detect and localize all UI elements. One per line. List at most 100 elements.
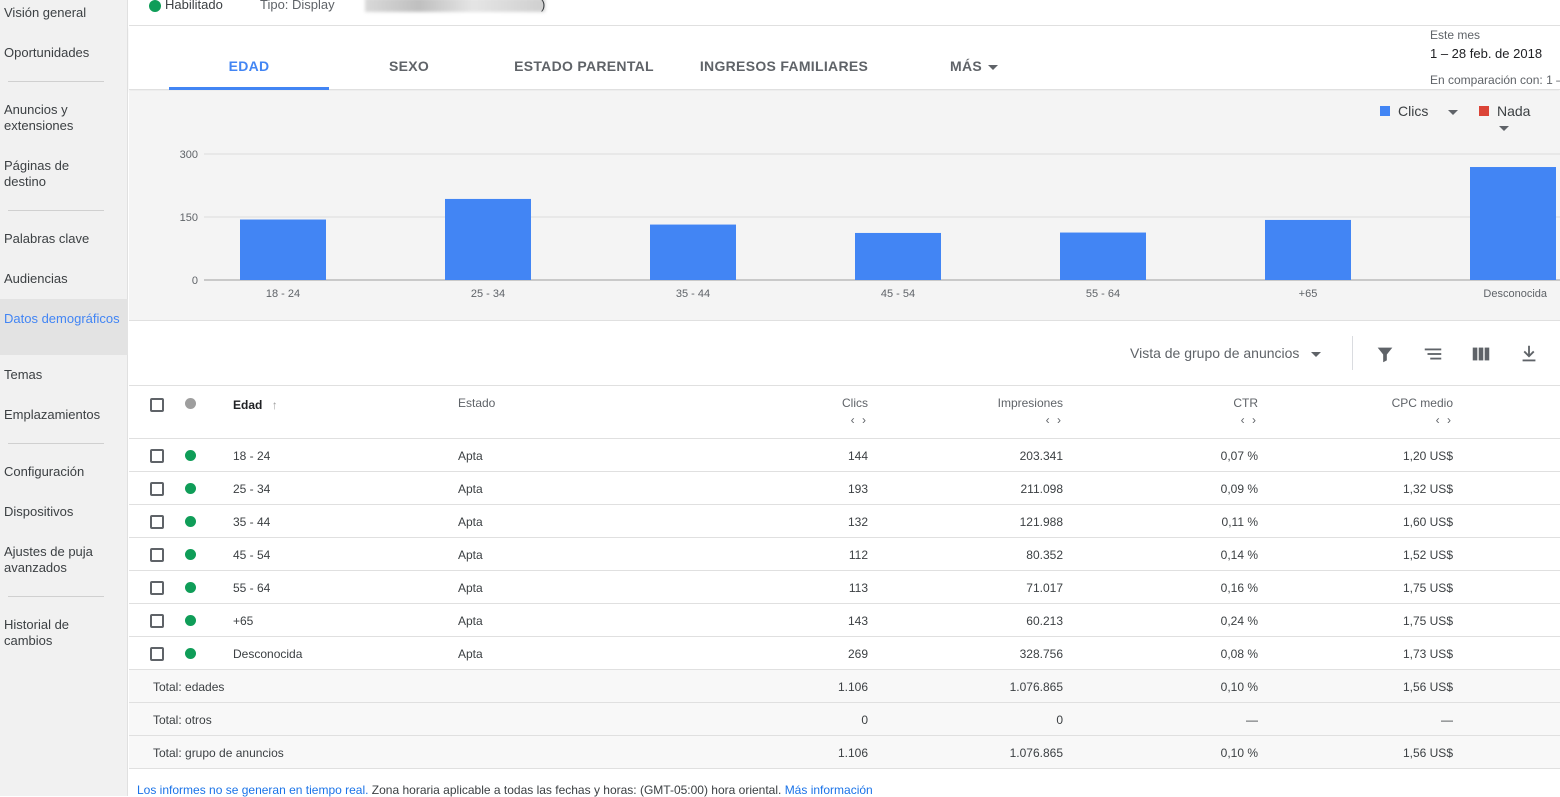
more-info-link[interactable]: Más información: [785, 783, 873, 797]
bar-45-54[interactable]: [855, 232, 941, 280]
row-checkbox[interactable]: [150, 581, 164, 595]
total-cpc: 1,56 US$: [1402, 746, 1453, 760]
header-impresiones[interactable]: Impresiones: [913, 396, 1063, 410]
row-checkbox[interactable]: [150, 647, 164, 661]
bar-25-34[interactable]: [445, 198, 531, 280]
y-tick-label: 150: [180, 212, 198, 224]
total-ctr: 0,10 %: [1220, 680, 1258, 694]
sort-arrows-icon[interactable]: ‹ ›: [1158, 413, 1258, 427]
row-checkbox[interactable]: [150, 449, 164, 463]
table-row[interactable]: Desconocida Apta 269 328.756 0,08 % 1,73 US$: [129, 637, 1560, 670]
sidebar-item-dispositivos[interactable]: Dispositivos: [0, 504, 128, 520]
row-checkbox[interactable]: [150, 614, 164, 628]
table-header: Edad ↑ Estado Clics ‹ › Impresiones ‹ › …: [129, 387, 1560, 439]
cell-cpc: 1,32 US$: [1402, 482, 1453, 496]
x-tick-label: 18 - 24: [266, 288, 300, 300]
bar-35-44[interactable]: [650, 224, 736, 280]
sidebar-item-historial[interactable]: Historial de cambios: [0, 617, 80, 649]
realtime-info-link[interactable]: Los informes no se generan en tiempo rea…: [137, 783, 368, 797]
row-checkbox[interactable]: [150, 482, 164, 496]
table-row[interactable]: 55 - 64 Apta 113 71.017 0,16 % 1,75 US$: [129, 571, 1560, 604]
download-icon[interactable]: [1518, 343, 1540, 365]
segment-icon[interactable]: [1422, 343, 1444, 365]
table-row[interactable]: 45 - 54 Apta 112 80.352 0,14 % 1,52 US$: [129, 538, 1560, 571]
sort-arrows-icon[interactable]: ‹ ›: [913, 413, 1063, 427]
toolbar-divider: [1352, 336, 1353, 370]
total-impresiones: 1.076.865: [1009, 680, 1063, 694]
select-all-checkbox[interactable]: [150, 398, 164, 412]
cell-ctr: 0,16 %: [1220, 581, 1258, 595]
cell-edad[interactable]: 18 - 24: [233, 449, 270, 463]
tab-estado-parental[interactable]: ESTADO PARENTAL: [489, 58, 679, 74]
sidebar-item-palabras-clave[interactable]: Palabras clave: [0, 231, 128, 247]
bar-desconocida[interactable]: [1470, 167, 1556, 280]
cell-clics: 143: [847, 614, 868, 628]
view-selector-label: Vista de grupo de anuncios: [1130, 345, 1300, 361]
bar-chart: 0 150 300 18 - 24 25 - 34 35 - 44 45 - 54 55 - …: [180, 149, 1560, 300]
sidebar-item-datos-demograficos[interactable]: Datos demográficos: [0, 299, 128, 355]
cell-cpc: 1,20 US$: [1402, 449, 1453, 463]
cell-ctr: 0,07 %: [1220, 449, 1258, 463]
date-compare[interactable]: En comparación con: 1 –: [1430, 73, 1560, 87]
cell-edad[interactable]: 55 - 64: [233, 581, 270, 595]
cell-cpc: 1,52 US$: [1402, 548, 1453, 562]
sidebar-item-oportunidades[interactable]: Oportunidades: [0, 45, 128, 61]
sidebar-item-audiencias[interactable]: Audiencias: [0, 271, 128, 287]
cell-cpc: 1,60 US$: [1402, 515, 1453, 529]
header-clics[interactable]: Clics: [768, 396, 868, 410]
table-toolbar: Vista de grupo de anuncios: [129, 322, 1560, 386]
header-edad[interactable]: Edad ↑: [233, 398, 278, 412]
sort-arrows-icon[interactable]: ‹ ›: [768, 413, 868, 427]
sidebar-item-temas[interactable]: Temas: [0, 367, 128, 383]
cell-edad[interactable]: 35 - 44: [233, 515, 270, 529]
sidebar-item-anuncios[interactable]: Anuncios y extensiones: [0, 102, 90, 134]
dimension-tabs: EDAD SEXO ESTADO PARENTAL INGRESOS FAMIL…: [129, 26, 1560, 90]
total-cpc: —: [1441, 713, 1453, 727]
row-checkbox[interactable]: [150, 515, 164, 529]
sort-arrows-icon[interactable]: ‹ ›: [1303, 413, 1453, 427]
table-row[interactable]: +65 Apta 143 60.213 0,24 % 1,75 US$: [129, 604, 1560, 637]
sidebar-item-emplazamientos[interactable]: Emplazamientos: [0, 407, 128, 423]
tab-sexo[interactable]: SEXO: [329, 58, 489, 74]
status-enabled-icon: [185, 648, 196, 659]
sidebar-item-configuracion[interactable]: Configuración: [0, 464, 128, 480]
cell-edad[interactable]: 45 - 54: [233, 548, 270, 562]
sidebar-item-vision-general[interactable]: Visión general: [0, 5, 128, 21]
bar--65[interactable]: [1265, 219, 1351, 280]
sidebar: Visión general Oportunidades Anuncios y …: [0, 0, 128, 796]
tab-mas-label: MÁS: [949, 58, 982, 74]
metric-selector-secondary[interactable]: Nada: [1479, 103, 1560, 135]
header-cpc[interactable]: CPC medio: [1303, 396, 1453, 410]
bar-55-64[interactable]: [1060, 232, 1146, 280]
cell-impresiones: 80.352: [1026, 548, 1063, 562]
table-row[interactable]: 25 - 34 Apta 193 211.098 0,09 % 1,32 US$: [129, 472, 1560, 505]
tab-mas[interactable]: MÁS: [919, 58, 1029, 74]
view-selector[interactable]: Vista de grupo de anuncios: [1130, 345, 1322, 361]
status-enabled-icon: [185, 582, 196, 593]
cell-edad[interactable]: +65: [233, 614, 253, 628]
sidebar-item-paginas-destino[interactable]: Páginas de destino: [0, 158, 80, 190]
table-row[interactable]: 35 - 44 Apta 132 121.988 0,11 % 1,60 US$: [129, 505, 1560, 538]
cell-edad[interactable]: 25 - 34: [233, 482, 270, 496]
cell-clics: 132: [847, 515, 868, 529]
redacted-text: [365, 0, 545, 12]
cell-impresiones: 60.213: [1026, 614, 1063, 628]
cell-edad[interactable]: Desconocida: [233, 647, 302, 661]
header-estado[interactable]: Estado: [458, 396, 495, 410]
table-row[interactable]: 18 - 24 Apta 144 203.341 0,07 % 1,20 US$: [129, 439, 1560, 472]
cell-ctr: 0,08 %: [1220, 647, 1258, 661]
filter-icon[interactable]: [1374, 343, 1396, 365]
total-ctr: —: [1246, 713, 1258, 727]
header-ctr[interactable]: CTR: [1158, 396, 1258, 410]
tab-ingresos-familiares[interactable]: INGRESOS FAMILIARES: [689, 58, 879, 74]
header-edad-label: Edad: [233, 398, 263, 412]
metric-selector-primary[interactable]: Clics: [1380, 103, 1459, 119]
bar-18-24[interactable]: [240, 219, 326, 280]
sidebar-divider: [8, 81, 104, 82]
row-checkbox[interactable]: [150, 548, 164, 562]
sidebar-item-ajustes-puja[interactable]: Ajustes de puja avanzados: [0, 544, 110, 576]
chevron-down-icon: [1448, 109, 1459, 115]
columns-icon[interactable]: [1470, 343, 1492, 365]
date-range[interactable]: 1 – 28 feb. de 2018: [1430, 46, 1542, 61]
tab-edad[interactable]: EDAD: [169, 58, 329, 74]
